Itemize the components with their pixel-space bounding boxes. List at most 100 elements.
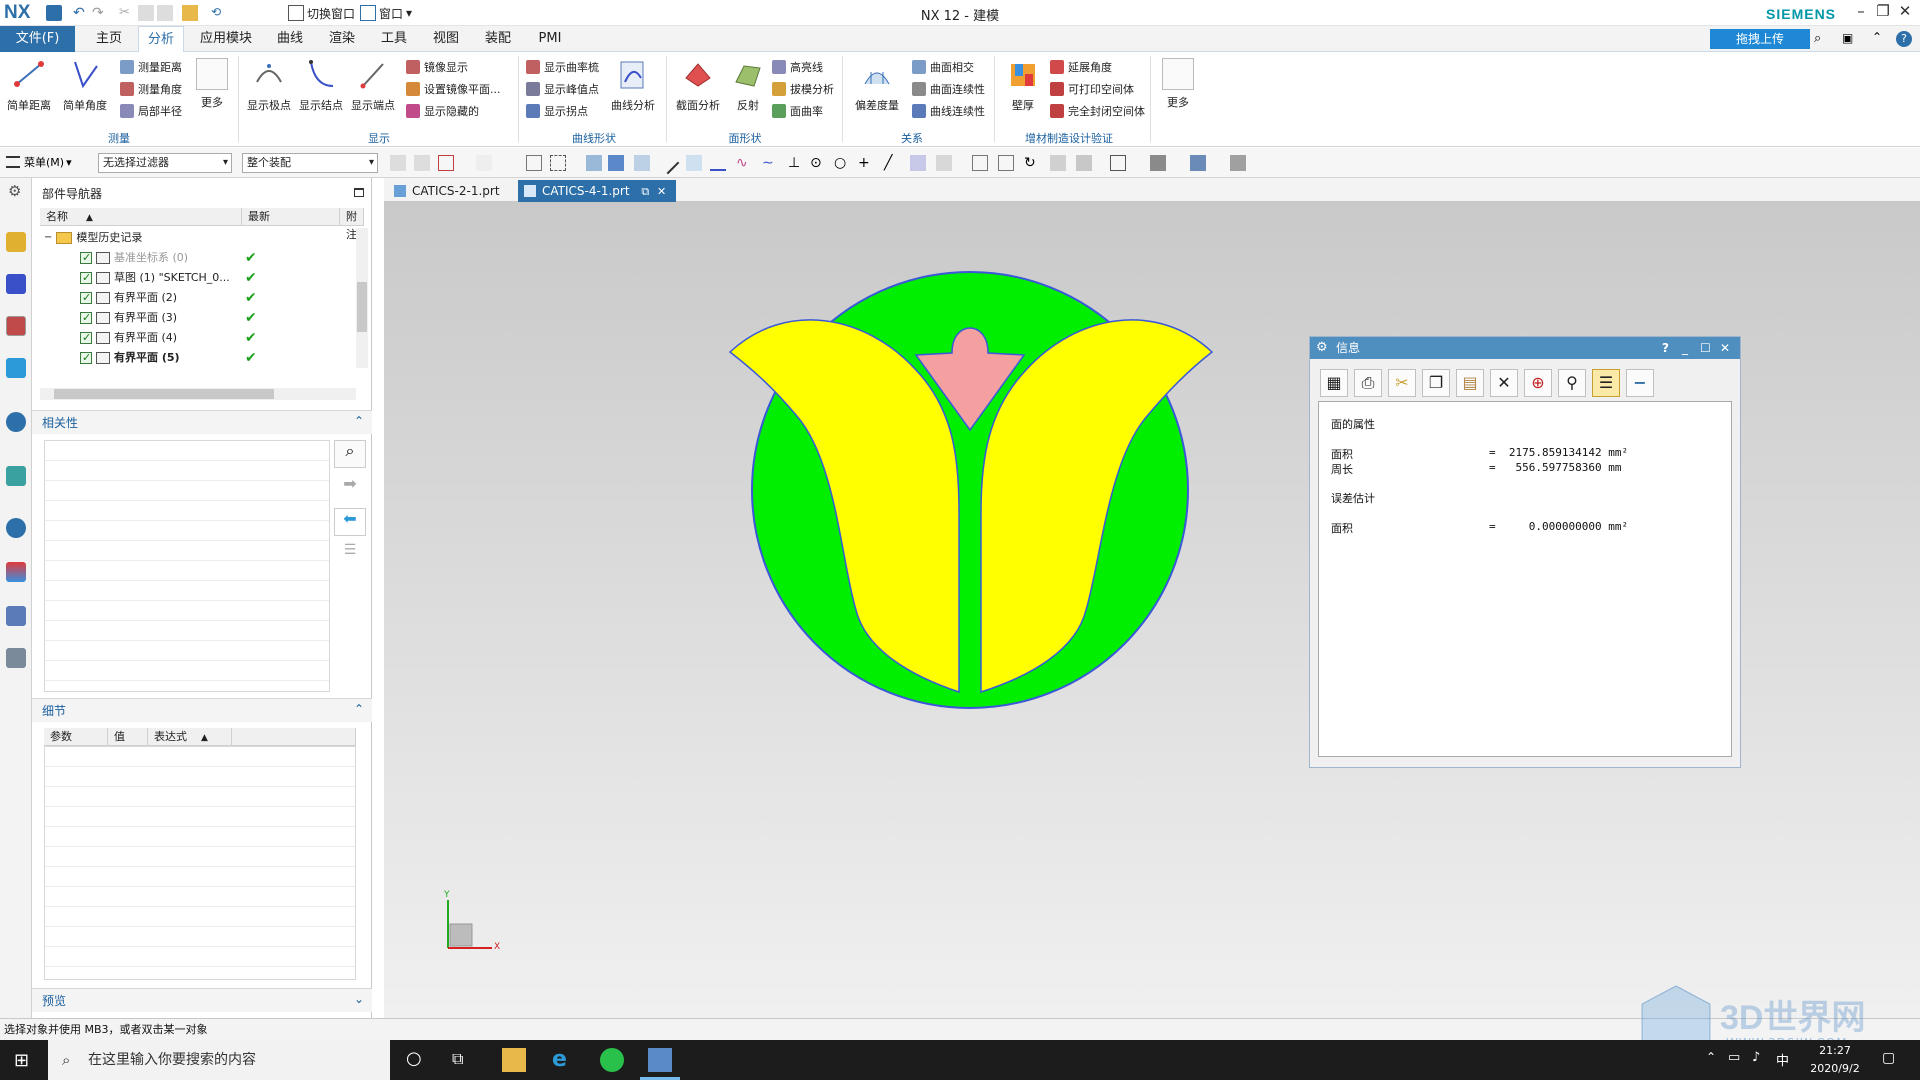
document-tab-catics-2-1[interactable]: CATICS-2-1.prt bbox=[388, 180, 510, 202]
system-materials-icon[interactable] bbox=[6, 562, 26, 582]
tab-assembly[interactable]: 装配 bbox=[478, 26, 518, 52]
draft-analysis-button[interactable]: 拔模分析 bbox=[772, 80, 834, 98]
wall-thickness-button[interactable]: 壁厚 bbox=[1000, 58, 1046, 113]
mirror-display-button[interactable]: 镜像显示 bbox=[406, 58, 468, 76]
arc-center-icon[interactable]: ⊙ bbox=[810, 155, 826, 171]
rotate-icon[interactable]: ↻ bbox=[1024, 155, 1040, 171]
maximize-panel-icon[interactable] bbox=[354, 188, 364, 197]
face-curvature-button[interactable]: 面曲率 bbox=[772, 102, 823, 120]
info-text-area[interactable]: 面的属性 面积 = 2175.859134142 mm² 周长 = 556.59… bbox=[1318, 401, 1732, 757]
tree-vertical-scrollbar[interactable] bbox=[356, 228, 368, 368]
undock-icon[interactable]: ⧉ bbox=[641, 185, 649, 198]
tree-root-model-history[interactable]: − 模型历史记录 bbox=[44, 228, 142, 248]
model-display[interactable] bbox=[716, 260, 1236, 720]
show-inflection-button[interactable]: 显示拐点 bbox=[526, 102, 588, 120]
history-icon[interactable] bbox=[6, 518, 26, 538]
tab-home[interactable]: 主页 bbox=[90, 26, 128, 52]
show-peak-button[interactable]: 显示峰值点 bbox=[526, 80, 599, 98]
spline-snap-icon[interactable]: ∿ bbox=[736, 155, 752, 171]
visibility-checkbox[interactable] bbox=[80, 348, 92, 368]
volume-icon[interactable]: ♪ bbox=[1752, 1050, 1760, 1065]
details-section-header[interactable]: 细节 bbox=[32, 698, 372, 722]
forward-arrow-icon[interactable]: ➡ bbox=[334, 474, 366, 502]
visibility-checkbox[interactable] bbox=[80, 288, 92, 308]
tangent-point-icon[interactable]: ⊥ bbox=[788, 155, 804, 171]
selection-scope-dropdown[interactable]: 整个装配 bbox=[242, 153, 378, 173]
cut-icon[interactable]: ✂ bbox=[1388, 369, 1416, 397]
tab-tools[interactable]: 工具 bbox=[374, 26, 414, 52]
lasso-icon[interactable] bbox=[550, 155, 566, 171]
layout-icon[interactable] bbox=[1110, 155, 1126, 171]
tree-row-datum-csys[interactable]: 基准坐标系 (0) bbox=[80, 248, 188, 268]
simple-distance-button[interactable]: 简单距离 bbox=[6, 58, 52, 113]
expand-section-icon[interactable]: ⌄ bbox=[354, 992, 364, 1006]
insert-marker-icon[interactable]: ⊕ bbox=[1524, 369, 1552, 397]
reuse-library-icon[interactable] bbox=[6, 358, 26, 378]
edit-section-icon[interactable] bbox=[1230, 155, 1246, 171]
tab-render[interactable]: 渲染 bbox=[322, 26, 362, 52]
wechat-icon[interactable] bbox=[600, 1048, 624, 1072]
collapse-icon[interactable]: − bbox=[44, 228, 52, 248]
fit-view-icon[interactable] bbox=[972, 155, 988, 171]
tab-applications[interactable]: 应用模块 bbox=[194, 26, 258, 52]
line-point-icon[interactable]: ╱ bbox=[884, 155, 900, 171]
tab-analysis[interactable]: 分析 bbox=[138, 26, 184, 52]
dependency-section-header[interactable]: 相关性 bbox=[32, 410, 372, 434]
tree-row-bounded-plane-2[interactable]: 有界平面 (2) bbox=[80, 288, 177, 308]
document-tab-catics-4-1[interactable]: CATICS-4-1.prt ⧉ ✕ bbox=[518, 180, 677, 202]
find-dependency-icon[interactable]: ⌕ bbox=[334, 440, 366, 468]
task-view-icon[interactable]: ⧉ bbox=[452, 1049, 463, 1069]
search-command-icon[interactable]: ⌕ bbox=[1814, 31, 1821, 46]
column-header-name[interactable]: 名称 ▲ bbox=[40, 208, 242, 226]
upload-button[interactable]: 拖拽上传 bbox=[1710, 29, 1810, 49]
ime-indicator[interactable]: 中 bbox=[1776, 1050, 1789, 1069]
tab-view[interactable]: 视图 bbox=[426, 26, 466, 52]
highlight-lines-button[interactable]: 高亮线 bbox=[772, 58, 823, 76]
scrollbar-thumb[interactable] bbox=[54, 389, 274, 399]
show-hidden-button[interactable]: 显示隐藏的 bbox=[406, 102, 479, 120]
set-mirror-plane-button[interactable]: 设置镜像平面... bbox=[406, 80, 501, 98]
hd3d-tools-icon[interactable] bbox=[6, 412, 26, 432]
collapse-icon[interactable]: − bbox=[1626, 369, 1654, 397]
edge-browser-icon[interactable]: e bbox=[552, 1048, 576, 1072]
grid-snap-icon[interactable] bbox=[936, 155, 952, 171]
visibility-checkbox[interactable] bbox=[80, 328, 92, 348]
settings-gear-icon[interactable]: ⚙ bbox=[8, 182, 21, 200]
snap-toggle-icon[interactable] bbox=[476, 155, 492, 171]
visibility-checkbox[interactable] bbox=[80, 308, 92, 328]
collapse-section-icon[interactable]: ⌃ bbox=[354, 702, 364, 716]
intersection-icon[interactable]: + bbox=[858, 155, 874, 171]
perspective-icon[interactable] bbox=[1076, 155, 1092, 171]
measure-distance-button[interactable]: 测量距离 bbox=[120, 58, 182, 76]
curve-point-icon[interactable]: ∼ bbox=[762, 155, 778, 171]
selection-box-icon[interactable] bbox=[526, 155, 542, 171]
curve-snap-icon[interactable] bbox=[710, 155, 726, 171]
list-view-icon[interactable]: ☰ bbox=[334, 542, 366, 570]
column-header-uptodate[interactable]: 最新 bbox=[242, 208, 340, 226]
tree-horizontal-scrollbar[interactable] bbox=[40, 388, 356, 400]
constraint-navigator-icon[interactable] bbox=[6, 274, 26, 294]
show-knots-button[interactable]: 显示结点 bbox=[298, 58, 344, 113]
roles-icon[interactable] bbox=[6, 648, 26, 668]
show-endpoints-button[interactable]: 显示端点 bbox=[350, 58, 396, 113]
main-menu-button[interactable]: 菜单(M) ▾ bbox=[6, 154, 72, 170]
nx-app-icon[interactable] bbox=[648, 1048, 672, 1072]
delete-icon[interactable]: ✕ bbox=[1490, 369, 1518, 397]
dialog-maximize-icon[interactable]: ☐ bbox=[1700, 337, 1711, 359]
tree-row-bounded-plane-4[interactable]: 有界平面 (4) bbox=[80, 328, 177, 348]
feature-select-icon[interactable] bbox=[438, 155, 454, 171]
clock[interactable]: 21:27 2020/9/2 bbox=[1800, 1042, 1870, 1078]
pan-icon[interactable] bbox=[1050, 155, 1066, 171]
web-browser-icon[interactable] bbox=[6, 466, 26, 486]
endpoint-snap-icon[interactable] bbox=[656, 151, 680, 175]
dialog-minimize-icon[interactable]: _ bbox=[1682, 337, 1688, 359]
network-icon[interactable]: ▭ bbox=[1728, 1050, 1740, 1065]
visibility-checkbox[interactable] bbox=[80, 248, 92, 268]
word-wrap-icon[interactable]: ☰ bbox=[1592, 369, 1620, 397]
tree-row-sketch[interactable]: 草图 (1) "SKETCH_0... bbox=[80, 268, 230, 288]
body-select-icon[interactable] bbox=[608, 155, 624, 171]
close-tab-icon[interactable]: ✕ bbox=[657, 185, 666, 198]
face-continuity-button[interactable]: 曲面连续性 bbox=[912, 80, 985, 98]
print-icon[interactable]: ⎙ bbox=[1354, 369, 1382, 397]
details-column-expression[interactable]: 表达式 ▲ bbox=[148, 728, 232, 746]
